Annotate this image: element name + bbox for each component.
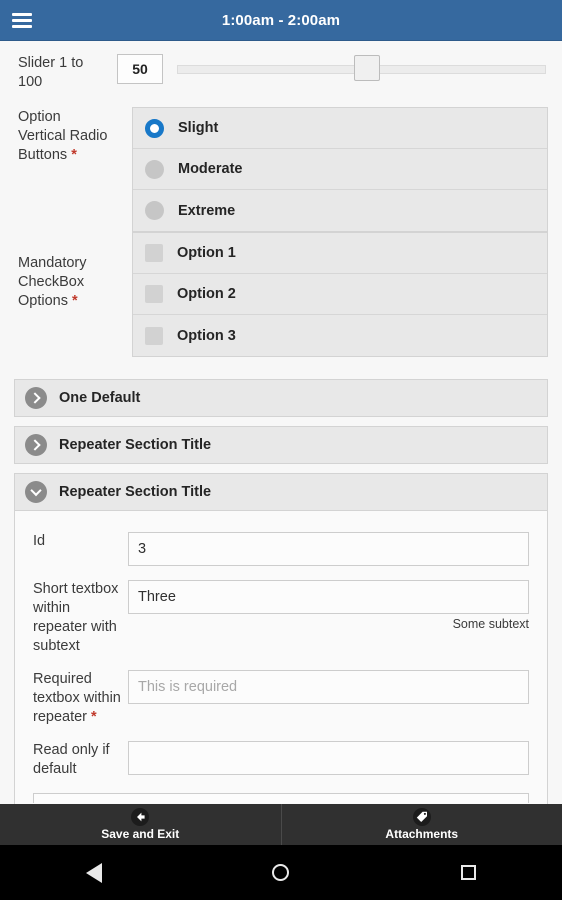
next-field-partial [33,793,529,803]
repeater-field-required-textbox: Required textbox within repeater * [15,663,547,734]
radio-option-slight[interactable]: Slight [133,108,547,149]
checkbox-group-label: Mandatory CheckBox Options * [0,254,117,311]
id-input[interactable] [128,532,529,566]
slider-label: Slider 1 to 100 [18,55,84,90]
chevron-down-icon [25,481,47,503]
app-screen: 1:00am - 2:00am Slider 1 to 100 50 Optio… [0,0,562,900]
hamburger-bar [12,24,32,28]
checkbox-option-label: Option 3 [177,327,236,344]
required-asterisk: * [72,293,78,309]
checkbox-option-2[interactable]: Option 2 [133,274,547,315]
form-scroll-area[interactable]: Slider 1 to 100 50 Option Vertical Radio… [0,41,562,804]
required-textbox-input[interactable] [128,670,529,704]
slider-track-wrap[interactable] [177,54,546,84]
slider-value-input[interactable]: 50 [117,54,163,84]
android-nav-bar [0,845,562,900]
slider-field-row: Slider 1 to 100 50 [0,41,562,102]
hamburger-bar [12,12,32,16]
checkbox-option-label: Option 1 [177,245,236,261]
page-title: 1:00am - 2:00am [221,11,341,29]
bottom-action-bar: Save and Exit Attachments [0,804,562,845]
repeater-field-readonly: Read only if default [15,734,547,786]
save-and-exit-button[interactable]: Save and Exit [0,804,281,845]
radio-option-extreme[interactable]: Extreme [133,190,547,231]
chevron-right-icon [25,434,47,456]
recents-square-icon [460,865,476,880]
repeater-field-short-textbox: Short textbox within repeater with subte… [15,573,547,663]
radio-unselected-icon [145,201,164,220]
checkbox-group: Option 1 Option 2 Option 3 [132,232,548,357]
readonly-label: Read only if default [33,742,110,777]
radio-option-label: Moderate [178,161,243,177]
back-arrow-icon [131,808,150,826]
section-title: Repeater Section Title [59,484,212,500]
required-textbox-control [128,670,547,704]
attachments-label: Attachments [385,826,459,841]
tag-icon [412,808,431,826]
section-title: One Default [59,390,141,406]
nav-back-button[interactable] [64,862,124,883]
chevron-right-icon [25,387,47,409]
section-title: Repeater Section Title [59,437,212,453]
checkbox-unchecked-icon [145,285,163,303]
radio-selected-icon [145,118,164,138]
checkbox-unchecked-icon [145,326,163,345]
id-control [128,532,547,566]
repeater-panel: Id Short textbox within repeater with su… [14,511,548,804]
short-textbox-input[interactable] [128,580,529,614]
short-textbox-label: Short textbox within repeater with subte… [33,581,119,654]
required-textbox-label: Required textbox within repeater * [15,670,128,727]
readonly-control [128,741,547,775]
hamburger-bar [12,18,32,22]
required-asterisk: * [91,709,97,725]
short-textbox-subtext: Some subtext [452,617,529,631]
checkbox-option-label: Option 2 [177,286,236,302]
required-asterisk: * [71,147,77,163]
repeater-field-id: Id [15,525,547,573]
section-header-repeater-collapsed[interactable]: Repeater Section Title [14,426,548,464]
radio-option-moderate[interactable]: Moderate [133,149,547,190]
nav-recents-button[interactable] [438,865,498,880]
slider-control: 50 [117,54,562,84]
nav-home-button[interactable] [251,864,311,881]
section-header-repeater-expanded[interactable]: Repeater Section Title [14,473,548,511]
slider-thumb[interactable] [354,55,381,81]
id-label: Id [33,533,46,549]
readonly-input[interactable] [128,741,529,775]
short-textbox-control: Some subtext [128,580,547,631]
hamburger-menu-icon[interactable] [12,12,32,28]
radio-group-label: Option Vertical Radio Buttons * [0,108,117,165]
required-textbox-label-text: Required textbox within repeater [33,671,121,725]
home-circle-icon [272,864,290,881]
checkbox-option-1[interactable]: Option 1 [133,233,547,274]
back-triangle-icon [85,862,102,883]
attachments-button[interactable]: Attachments [280,804,562,845]
radio-group: Slight Moderate Extreme [132,107,548,232]
radio-option-label: Extreme [178,202,236,219]
radio-group-label-text: Option Vertical Radio Buttons [18,109,108,163]
save-and-exit-label: Save and Exit [101,826,180,841]
checkbox-unchecked-icon [145,244,163,262]
app-bar: 1:00am - 2:00am [0,0,562,41]
checkbox-option-3[interactable]: Option 3 [133,315,547,356]
radio-option-label: Slight [178,120,219,136]
section-header-one-default[interactable]: One Default [14,379,548,417]
radio-unselected-icon [145,159,164,179]
